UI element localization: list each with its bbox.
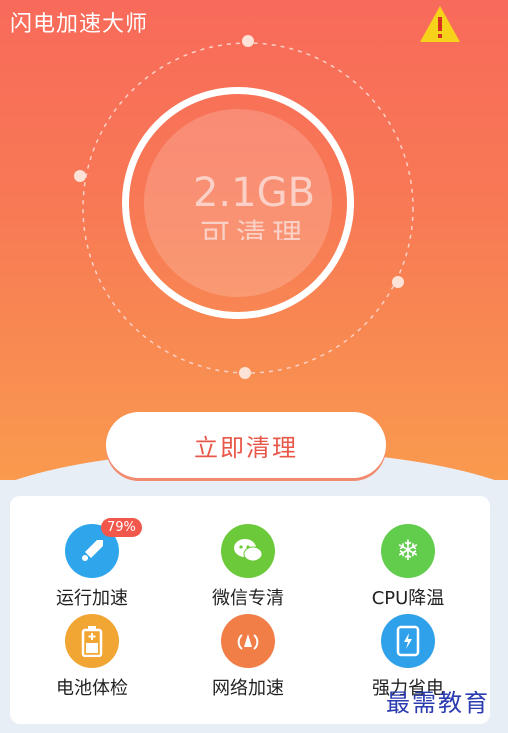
tool-network-speedup[interactable]: 网络加速 [188, 614, 308, 700]
clean-now-button[interactable]: 立即清理 [106, 412, 386, 478]
power-save-icon [381, 614, 435, 668]
rocket-icon: 79% [65, 518, 142, 578]
wechat-icon [221, 524, 275, 578]
snowflake-icon: ❄ [381, 524, 435, 578]
tool-label: 网络加速 [212, 678, 284, 699]
orbit-dot [242, 35, 254, 47]
orbit-dot [392, 276, 404, 288]
orbit-dot [239, 367, 251, 379]
tool-wechat-clean[interactable]: 微信专清 [188, 524, 308, 610]
tool-label: 运行加速 [56, 588, 128, 609]
network-icon [221, 614, 275, 668]
hero-background: 闪电加速大师 2.1GB 可清理 [0, 0, 508, 480]
cleanable-label: 可清理 [200, 218, 308, 240]
tool-label: 微信专清 [212, 588, 284, 609]
watermark: 最需教育 [386, 689, 490, 717]
tool-battery-check[interactable]: 电池体检 [32, 614, 152, 700]
tool-run-speedup[interactable]: 79% 运行加速 [32, 518, 152, 610]
tool-cpu-cool[interactable]: ❄ CPU降温 [348, 524, 468, 610]
usage-badge: 79% [101, 518, 142, 537]
tool-label: 电池体检 [56, 678, 128, 699]
tool-label: CPU降温 [371, 588, 445, 609]
battery-icon [65, 614, 119, 668]
